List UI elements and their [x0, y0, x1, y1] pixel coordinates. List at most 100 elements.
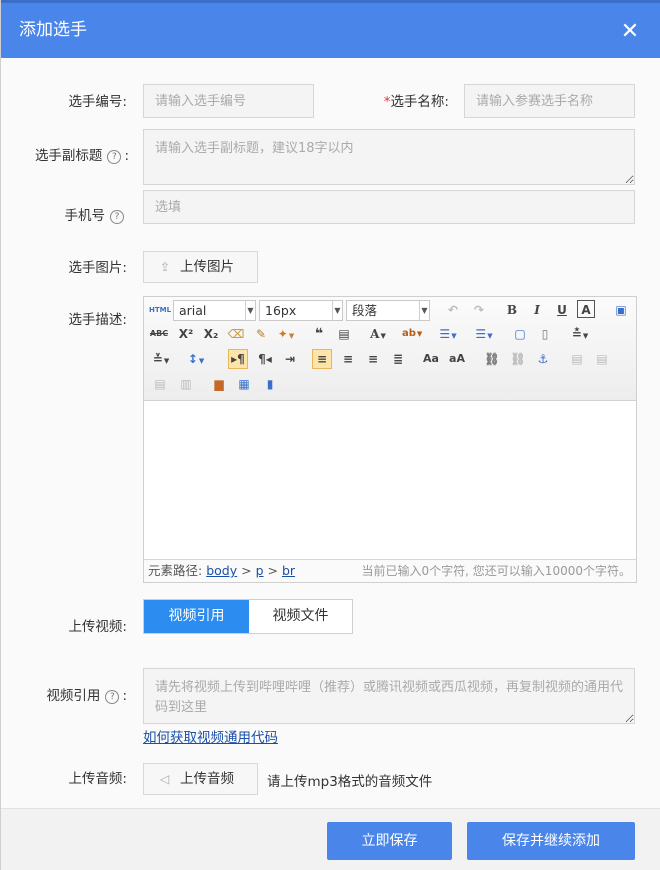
chevron-down-icon: ▼ — [332, 301, 342, 320]
phone-label-text: 手机号 — [64, 208, 106, 224]
player-name-label-text: 选手名称: — [390, 94, 449, 110]
direction-ltr-icon[interactable]: ▸¶ — [228, 349, 248, 369]
superscript-icon[interactable]: X² — [176, 324, 196, 344]
help-icon[interactable]: ? — [105, 690, 120, 704]
path-p-link[interactable]: p — [256, 563, 264, 578]
bold-icon[interactable]: B — [502, 300, 522, 320]
html-source-icon[interactable]: HTML — [149, 300, 171, 320]
path-separator: > — [241, 563, 252, 578]
player-number-input[interactable] — [143, 84, 314, 118]
path-separator: > — [267, 563, 278, 578]
chevron-down-icon: ▼ — [245, 301, 255, 320]
auto-format-icon[interactable]: ✦▼ — [276, 324, 296, 344]
redo-icon[interactable]: ↷ — [469, 300, 489, 320]
player-photo-label: 选手图片: — [68, 260, 127, 276]
save-button[interactable]: 立即保存 — [327, 822, 452, 860]
image-float-left-icon[interactable]: ▤ — [567, 349, 587, 369]
italic-icon[interactable]: I — [527, 300, 547, 320]
font-border-icon[interactable]: A — [577, 300, 595, 318]
fullscreen-icon[interactable]: ▣ — [611, 300, 631, 320]
format-brush-icon[interactable]: ✎ — [251, 324, 271, 344]
eraser-icon[interactable]: ⌫ — [226, 324, 246, 344]
phone-label: 手机号? — [41, 206, 127, 226]
direction-rtl-icon[interactable]: ¶◂ — [255, 349, 275, 369]
dialog-titlebar: 添加选手 ✕ — [1, 0, 660, 58]
unlink-icon[interactable]: ⛓ — [508, 349, 528, 369]
player-name-label: *选手名称: — [361, 92, 449, 112]
upload-video-label: 上传视频: — [68, 619, 127, 635]
align-justify-icon[interactable]: ≣ — [388, 349, 408, 369]
unordered-list-icon[interactable]: ☰▼ — [474, 324, 494, 344]
font-color-icon[interactable]: A▼ — [368, 324, 388, 344]
lowercase-icon[interactable]: aA — [447, 349, 467, 369]
rich-text-editor: HTML arial ▼ 16px ▼ 段落 ▼ ↶ ↷ B I U A ▣ ABC … — [143, 296, 637, 583]
clear-doc-icon[interactable]: ▯ — [535, 324, 555, 344]
image-float-right-icon[interactable]: ▤ — [592, 349, 612, 369]
undo-icon[interactable]: ↶ — [443, 300, 463, 320]
save-and-continue-button[interactable]: 保存并继续添加 — [467, 822, 635, 860]
video-embed-label: 视频引用?: — [21, 686, 127, 706]
upload-icon: ⇪ — [160, 260, 171, 274]
indent-icon[interactable]: ⇥ — [280, 349, 300, 369]
label-colon: : — [122, 688, 127, 704]
select-all-icon[interactable]: ▢ — [510, 324, 530, 344]
chevron-down-icon: ▼ — [419, 301, 429, 320]
image-center-icon[interactable]: ▥ — [176, 374, 196, 394]
upload-photo-label: 上传图片 — [180, 259, 234, 275]
align-left-icon[interactable]: ≡ — [312, 349, 332, 369]
font-family-select[interactable]: arial ▼ — [173, 300, 256, 321]
player-subtitle-textarea[interactable] — [143, 129, 635, 185]
help-icon[interactable]: ? — [107, 150, 122, 164]
tab-video-embed[interactable]: 视频引用 — [144, 600, 249, 633]
help-icon[interactable]: ? — [110, 210, 124, 224]
line-height-icon[interactable]: ↕▼ — [186, 349, 206, 369]
paste-text-icon[interactable]: ▤ — [334, 324, 354, 344]
char-count: 当前已输入0个字符, 您还可以输入10000个字符。 — [361, 564, 631, 578]
upload-audio-button[interactable]: ◁ 上传音频 — [143, 763, 258, 795]
insert-video-icon[interactable]: ▮ — [260, 374, 280, 394]
row-spacing-top-icon[interactable]: ≛▼ — [570, 324, 590, 344]
paragraph-format-value: 段落 — [352, 303, 378, 318]
image-none-icon[interactable]: ▤ — [150, 374, 170, 394]
font-size-select[interactable]: 16px ▼ — [259, 300, 343, 321]
ordered-list-icon[interactable]: ☰▼ — [438, 324, 458, 344]
underline-icon[interactable]: U — [552, 300, 572, 320]
align-center-icon[interactable]: ≡ — [338, 349, 358, 369]
insert-table-icon[interactable]: ▦ — [234, 374, 254, 394]
row-spacing-bottom-icon[interactable]: ≚▼ — [151, 349, 171, 369]
blockquote-icon[interactable]: ❝ — [309, 324, 329, 344]
anchor-icon[interactable]: ⚓ — [533, 349, 553, 369]
player-name-input[interactable] — [464, 84, 635, 118]
uppercase-icon[interactable]: Aa — [421, 349, 441, 369]
label-colon: : — [124, 148, 129, 164]
video-embed-help-link[interactable]: 如何获取视频通用代码 — [143, 726, 278, 746]
player-subtitle-label: 选手副标题?: — [11, 146, 129, 166]
upload-audio-label-text: 上传音频 — [180, 771, 234, 787]
path-br-link[interactable]: br — [282, 563, 295, 578]
font-family-value: arial — [179, 303, 207, 318]
audio-format-hint: 请上传mp3格式的音频文件 — [267, 774, 433, 790]
editor-content-area[interactable] — [144, 402, 636, 557]
upload-photo-button[interactable]: ⇪ 上传图片 — [143, 251, 258, 283]
strikethrough-icon[interactable]: ABC — [149, 324, 169, 344]
phone-input[interactable] — [143, 190, 635, 224]
paragraph-format-select[interactable]: 段落 ▼ — [346, 300, 430, 321]
path-body-link[interactable]: body — [206, 563, 237, 578]
editor-status-bar: 元素路径: body > p > br 当前已输入0个字符, 您还可以输入100… — [144, 559, 636, 582]
close-icon[interactable]: ✕ — [619, 21, 641, 43]
subscript-icon[interactable]: X₂ — [201, 324, 221, 344]
tab-video-file[interactable]: 视频文件 — [249, 600, 352, 633]
highlight-color-icon[interactable]: ab▼ — [402, 324, 422, 344]
dialog-footer: 立即保存 保存并继续添加 — [1, 808, 660, 870]
video-embed-textarea[interactable] — [143, 668, 635, 724]
font-size-value: 16px — [265, 303, 297, 318]
dialog-title: 添加选手 — [19, 20, 87, 40]
align-right-icon[interactable]: ≡ — [363, 349, 383, 369]
link-icon[interactable]: ⛓ — [482, 349, 502, 369]
insert-image-icon[interactable]: ▆ — [209, 374, 229, 394]
element-path-label: 元素路径: — [148, 563, 203, 578]
editor-toolbar: HTML arial ▼ 16px ▼ 段落 ▼ ↶ ↷ B I U A ▣ ABC … — [144, 297, 636, 401]
upload-audio-label: 上传音频: — [68, 771, 127, 787]
player-number-label: 选手编号: — [68, 94, 127, 110]
player-subtitle-label-text: 选手副标题 — [34, 148, 103, 164]
